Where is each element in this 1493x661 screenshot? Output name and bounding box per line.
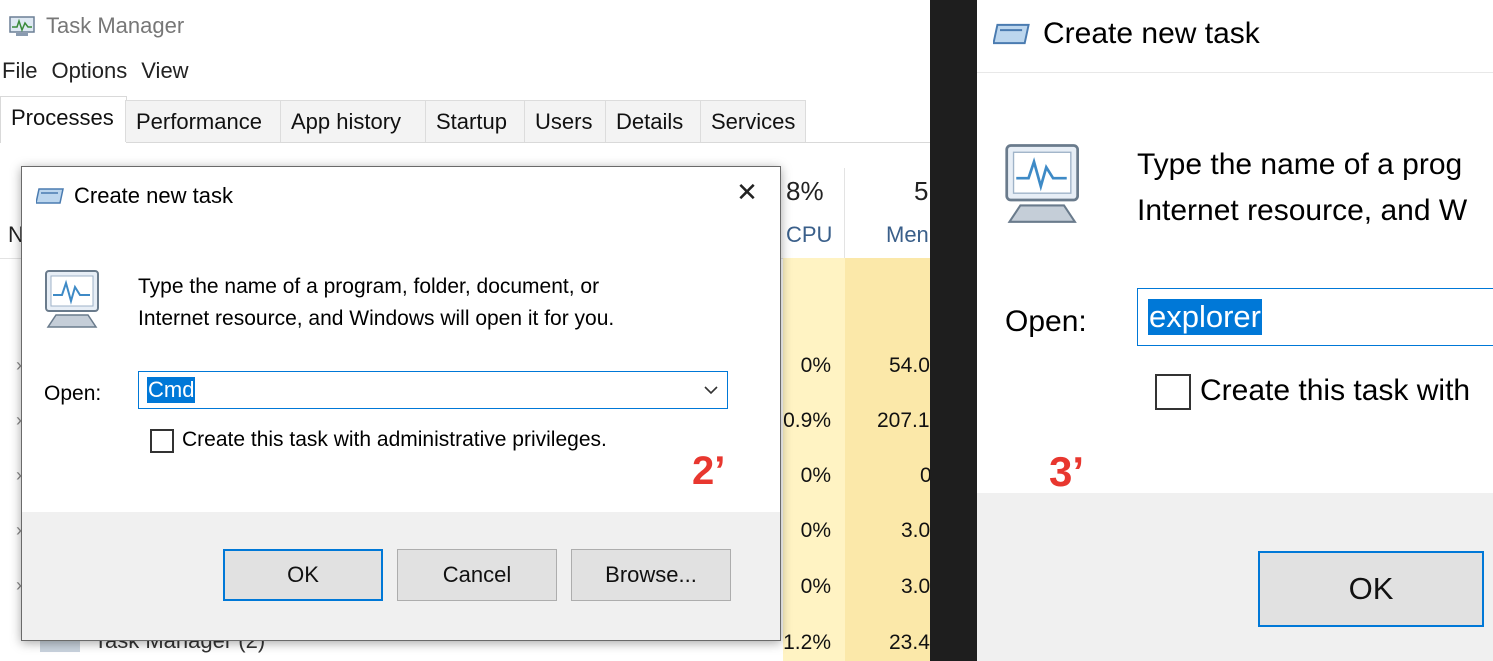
dialog-title: Create new task — [1043, 17, 1260, 50]
open-input-text[interactable]: Cmd — [147, 377, 196, 403]
tab-performance[interactable]: Performance — [125, 100, 281, 142]
row-memory: 0 — [920, 464, 930, 487]
row-cpu: 0% — [800, 575, 831, 598]
ok-button[interactable]: OK — [223, 549, 383, 601]
panel-separator — [930, 0, 977, 661]
dialog-title-bar: Create new task — [993, 14, 1260, 54]
open-combobox[interactable]: Cmd — [138, 371, 728, 409]
description-line-1: Type the name of a program, folder, docu… — [138, 275, 600, 298]
step-annotation: 2’ — [692, 449, 726, 493]
cpu-column-header[interactable]: CPU — [786, 222, 832, 248]
admin-privileges-label[interactable]: Create this task with administrative pri… — [182, 428, 607, 452]
tab-services[interactable]: Services — [700, 100, 806, 142]
close-icon[interactable]: ✕ — [732, 177, 762, 208]
task-manager-icon — [9, 16, 35, 36]
admin-privileges-label[interactable]: Create this task with — [1200, 374, 1470, 408]
window-title-bar: Task Manager — [8, 8, 184, 44]
tab-details[interactable]: Details — [605, 100, 701, 142]
admin-privileges-checkbox[interactable] — [1155, 374, 1191, 410]
row-memory: 23.4 — [889, 631, 930, 654]
description-line-2: Internet resource, and Windows will open… — [138, 307, 615, 330]
cpu-total-percent: 8% — [786, 176, 824, 206]
admin-privileges-checkbox[interactable] — [150, 429, 174, 453]
row-cpu: 0% — [800, 354, 831, 377]
chevron-down-icon[interactable] — [703, 384, 719, 396]
cancel-button[interactable]: Cancel — [397, 549, 557, 601]
dialog-description: Type the name of a program, folder, docu… — [138, 271, 614, 335]
task-manager-window: Task Manager File Options View Processes… — [0, 0, 930, 661]
run-dialog-icon — [993, 23, 1030, 45]
row-memory: 54.0 — [889, 354, 930, 377]
open-combobox[interactable]: explorer — [1137, 288, 1493, 346]
tab-startup[interactable]: Startup — [425, 100, 525, 142]
menu-view[interactable]: View — [141, 58, 188, 90]
monitor-chart-icon — [45, 270, 99, 328]
open-label: Open: — [44, 382, 102, 405]
dialog-button-area: OK Cancel Browse... — [22, 512, 780, 640]
open-label: Open: — [1005, 305, 1087, 338]
monitor-chart-icon — [1005, 144, 1079, 223]
row-memory: 207.1 — [877, 409, 930, 432]
dialog-button-area: OK — [977, 493, 1493, 661]
menu-bar: File Options View — [2, 58, 203, 90]
memory-total-percent: 5 — [914, 176, 929, 206]
row-cpu: 0.9% — [783, 409, 831, 432]
menu-options[interactable]: Options — [51, 58, 127, 90]
row-cpu: 0% — [800, 464, 831, 487]
column-divider[interactable] — [844, 168, 845, 258]
dialog-title: Create new task — [74, 183, 233, 208]
dialog-title-bar: Create new task — [36, 181, 233, 211]
window-title: Task Manager — [46, 13, 185, 38]
step-annotation: 3’ — [1049, 448, 1085, 495]
memory-column-header[interactable]: Men — [886, 222, 929, 248]
tab-users[interactable]: Users — [524, 100, 606, 142]
description-line-1: Type the name of a prog — [1137, 148, 1463, 181]
memory-column-highlight — [845, 258, 930, 661]
browse-button[interactable]: Browse... — [571, 549, 731, 601]
run-dialog-icon — [36, 188, 64, 204]
description-line-2: Internet resource, and W — [1137, 194, 1468, 227]
row-memory: 3.0 — [901, 519, 930, 542]
tab-bar: Processes Performance App history Startu… — [0, 96, 930, 143]
tab-processes[interactable]: Processes — [0, 96, 127, 143]
cpu-column-highlight — [783, 258, 845, 661]
title-divider — [977, 72, 1493, 73]
create-task-dialog-zoomed: Create new task Type the name of a prog … — [977, 0, 1493, 661]
row-cpu: 1.2% — [783, 631, 831, 654]
open-input-text[interactable]: explorer — [1148, 299, 1262, 335]
tab-app-history[interactable]: App history — [280, 100, 426, 142]
row-memory: 3.0 — [901, 575, 930, 598]
ok-button[interactable]: OK — [1258, 551, 1484, 627]
row-cpu: 0% — [800, 519, 831, 542]
menu-file[interactable]: File — [2, 58, 37, 90]
dialog-description: Type the name of a prog Internet resourc… — [1137, 142, 1467, 234]
create-task-dialog: Create new task ✕ Type the name of a pro… — [21, 166, 781, 641]
